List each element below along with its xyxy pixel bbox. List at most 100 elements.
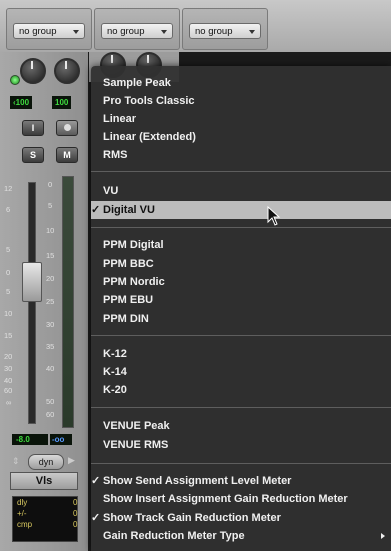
submenu-arrow-icon	[381, 533, 385, 539]
meter-scale-label: 20	[46, 274, 55, 283]
menu-divider	[91, 407, 391, 408]
pan-knob-left[interactable]	[20, 58, 46, 84]
menu-item-ppm-bbc[interactable]: PPM BBC	[91, 255, 391, 273]
menu-item-ppm-digital[interactable]: PPM Digital	[91, 236, 391, 254]
send-indicator-icon	[10, 75, 20, 85]
menu-item-show-insert-assignment-gr-meter[interactable]: Show Insert Assignment Gain Reduction Me…	[91, 490, 391, 508]
menu-item-label: PPM EBU	[103, 294, 154, 306]
menu-item-label: Gain Reduction Meter Type	[103, 530, 245, 542]
pan-knob-right[interactable]	[54, 58, 80, 84]
meter-scale-label: 5	[48, 201, 53, 210]
group-slot-1: no group	[6, 8, 92, 50]
meter-scale-label: 50	[46, 397, 55, 406]
group-dropdown-label: no group	[107, 26, 145, 37]
fader-scale-label: 5	[6, 245, 11, 254]
volume-fader-handle[interactable]	[22, 262, 42, 302]
fader-scale-label: 40	[4, 376, 13, 385]
menu-item-label: Linear (Extended)	[103, 131, 196, 143]
track-name[interactable]: Vls	[10, 472, 78, 490]
group-dropdown-label: no group	[19, 26, 57, 37]
menu-item-gr-meter-type[interactable]: Gain Reduction Meter Type	[91, 527, 391, 545]
menu-item-show-send-assignment-level-meter[interactable]: ✓ Show Send Assignment Level Meter	[91, 472, 391, 490]
menu-item-venue-peak[interactable]: VENUE Peak	[91, 417, 391, 435]
level-meter	[62, 176, 74, 428]
fader-scale-label: 60	[4, 386, 13, 395]
info-row: dly 0	[13, 497, 77, 508]
menu-item-ppm-nordic[interactable]: PPM Nordic	[91, 273, 391, 291]
track-info-panel: dly 0 +/- 0 cmp 0	[12, 496, 78, 542]
menu-item-sample-peak[interactable]: Sample Peak	[91, 74, 391, 92]
pan-readout-left: ‹100	[10, 96, 33, 109]
group-dropdown-label: no group	[195, 26, 233, 37]
menu-item-ppm-ebu[interactable]: PPM EBU	[91, 291, 391, 309]
meter-scale-label: 35	[46, 342, 55, 351]
menu-item-label: K-14	[103, 366, 127, 378]
info-key: cmp	[17, 520, 33, 529]
group-dropdown-3[interactable]: no group	[189, 23, 261, 39]
pan-readout-right: 100	[52, 96, 72, 109]
chevron-down-icon	[73, 30, 79, 34]
up-down-arrows-icon[interactable]: ⇕	[12, 456, 20, 467]
menu-item-label: Sample Peak	[103, 77, 171, 89]
checkmark-icon: ✓	[91, 475, 101, 487]
meter-scale-label: 30	[46, 320, 55, 329]
pan-value-readout[interactable]: -oo	[50, 434, 72, 445]
menu-item-label: PPM BBC	[103, 258, 154, 270]
play-icon[interactable]: ▶	[68, 455, 75, 466]
meter-scale-label: 15	[46, 251, 55, 260]
menu-item-k-12[interactable]: K-12	[91, 345, 391, 363]
meter-scale-label: 40	[46, 364, 55, 373]
group-dropdown-1[interactable]: no group	[13, 23, 85, 39]
menu-item-label: VENUE RMS	[103, 439, 169, 451]
record-button[interactable]	[56, 120, 78, 136]
menu-item-k-20[interactable]: K-20	[91, 381, 391, 399]
menu-item-pro-tools-classic[interactable]: Pro Tools Classic	[91, 92, 391, 110]
checkmark-icon: ✓	[91, 512, 101, 524]
group-slot-2: no group	[94, 8, 180, 50]
mute-button[interactable]: M	[56, 147, 78, 163]
fader-scale-label: 15	[4, 331, 13, 340]
solo-button[interactable]: S	[22, 147, 44, 163]
menu-divider	[91, 227, 391, 228]
fader-scale-label: 6	[6, 205, 11, 214]
info-key: dly	[17, 498, 28, 507]
fader-scale-label: 10	[4, 309, 13, 318]
menu-item-linear[interactable]: Linear	[91, 110, 391, 128]
fader-scale-label: 20	[4, 352, 13, 361]
menu-item-vu[interactable]: VU	[91, 182, 391, 200]
menu-divider	[91, 463, 391, 464]
menu-item-label: PPM Nordic	[103, 276, 165, 288]
menu-item-label: VENUE Peak	[103, 420, 170, 432]
menu-item-label: K-12	[103, 348, 127, 360]
automation-mode-button[interactable]: dyn	[28, 454, 64, 470]
menu-item-label: PPM DIN	[103, 313, 149, 325]
menu-divider	[91, 335, 391, 336]
info-row: cmp 0	[13, 519, 77, 530]
input-button[interactable]: I	[22, 120, 44, 136]
menu-item-label: K-20	[103, 384, 127, 396]
info-value: 0	[73, 509, 78, 518]
volume-fader-track[interactable]	[28, 182, 36, 424]
menu-item-rms[interactable]: RMS	[91, 146, 391, 164]
group-slot-3: no group	[182, 8, 268, 50]
info-row: +/- 0	[13, 508, 77, 519]
menu-item-ppm-din[interactable]: PPM DIN	[91, 310, 391, 328]
menu-item-venue-rms[interactable]: VENUE RMS	[91, 436, 391, 454]
meter-scale-label: 10	[46, 226, 55, 235]
record-icon	[63, 124, 71, 131]
group-dropdown-2[interactable]: no group	[101, 23, 173, 39]
fader-scale-label: 30	[4, 364, 13, 373]
fader-scale-label: 5	[6, 287, 11, 296]
chevron-down-icon	[249, 30, 255, 34]
info-value: 0	[73, 520, 78, 529]
menu-item-digital-vu[interactable]: ✓ Digital VU	[91, 201, 391, 219]
menu-item-label: VU	[103, 185, 119, 197]
menu-item-show-track-gr-meter[interactable]: ✓ Show Track Gain Reduction Meter	[91, 509, 391, 527]
info-value: 0	[73, 498, 78, 507]
menu-item-label: Show Send Assignment Level Meter	[103, 475, 292, 487]
menu-item-k-14[interactable]: K-14	[91, 363, 391, 381]
menu-item-linear-extended[interactable]: Linear (Extended)	[91, 128, 391, 146]
volume-readout[interactable]: -8.0	[12, 434, 48, 445]
chevron-down-icon	[161, 30, 167, 34]
menu-item-label: Show Track Gain Reduction Meter	[103, 512, 281, 524]
